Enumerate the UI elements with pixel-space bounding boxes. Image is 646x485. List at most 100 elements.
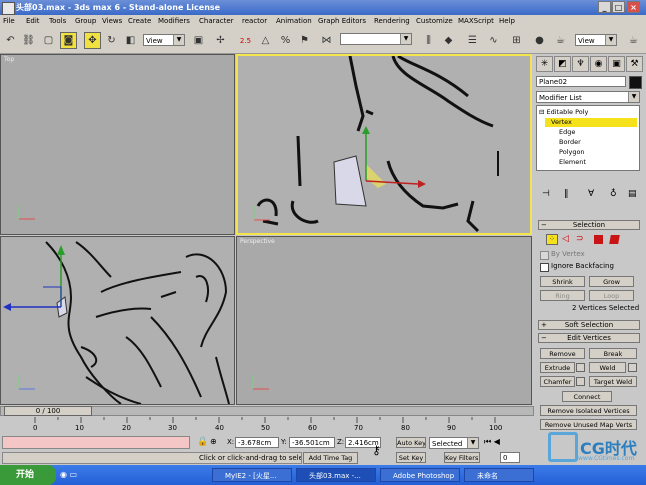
stack-item-border[interactable]: Border (559, 138, 581, 146)
select-link-icon[interactable]: ⛓ (20, 32, 37, 49)
weld-settings-icon[interactable] (628, 363, 637, 372)
remove-modifier-icon[interactable]: ♁ (610, 189, 617, 199)
key-filters-button[interactable]: Key Filters... (444, 452, 480, 463)
create-tab-icon[interactable]: ✳ (536, 56, 553, 72)
named-selection-dropdown[interactable]: ▼ (340, 33, 412, 45)
utilities-tab-icon[interactable]: ⚒ (626, 56, 643, 72)
extrude-settings-icon[interactable] (576, 363, 585, 372)
task-photoshop[interactable]: Adobe Photoshop (380, 468, 460, 482)
menu-edit[interactable]: Edit (26, 17, 40, 25)
modifier-list-dropdown[interactable]: Modifier List ▼ (536, 91, 640, 103)
render-scene-icon[interactable]: ☕ (552, 32, 569, 49)
target-weld-button[interactable]: Target Weld (589, 376, 637, 387)
viewport-top[interactable]: Top (0, 54, 235, 235)
task-untitled[interactable]: 未命名 (464, 468, 534, 482)
key-icon[interactable]: ⚷ (372, 443, 381, 457)
weld-button[interactable]: Weld (589, 362, 626, 373)
stack-item-editable-poly[interactable]: ⊟ Editable Poly (539, 108, 588, 116)
viewport-perspective[interactable]: Perspective (236, 236, 532, 405)
select-scale-icon[interactable]: ◧ (122, 32, 139, 49)
desktop-icon[interactable]: ▭ (70, 470, 78, 479)
stack-item-edge[interactable]: Edge (559, 128, 575, 136)
select-move-icon[interactable]: ✥ (84, 32, 101, 49)
ring-button[interactable]: Ring (540, 290, 585, 301)
time-slider[interactable]: 0 / 100 (0, 405, 534, 417)
lock-selection-icon[interactable]: 🔒 (197, 437, 208, 447)
remove-button[interactable]: Remove (540, 348, 585, 359)
material-editor-icon[interactable]: ● (531, 32, 548, 49)
remove-isolated-vertices-button[interactable]: Remove Isolated Vertices (540, 405, 637, 416)
element-mode-icon[interactable] (609, 235, 620, 244)
select-region-icon[interactable]: ◙ (60, 32, 77, 49)
pin-stack-icon[interactable]: ⊣ (542, 189, 550, 199)
mirror-icon[interactable]: ⋈ (318, 32, 335, 49)
percent-snap-icon[interactable]: △ (257, 32, 274, 49)
minimize-button[interactable]: _ (598, 1, 611, 13)
stack-item-vertex[interactable]: Vertex (545, 118, 637, 127)
menu-views[interactable]: Views (102, 17, 122, 25)
modify-tab-icon[interactable]: ◩ (554, 56, 571, 72)
previous-frame-icon[interactable]: ◀ (494, 437, 500, 446)
key-selection-dropdown[interactable]: Selected ▼ (429, 437, 479, 449)
edit-vertices-rollout-header[interactable]: − Edit Vertices (538, 333, 640, 343)
time-slider-thumb[interactable]: 0 / 100 (4, 406, 92, 416)
undo-icon[interactable]: ↶ (2, 32, 19, 49)
object-color-swatch[interactable] (629, 76, 642, 89)
loop-button[interactable]: Loop (589, 290, 634, 301)
stack-item-polygon[interactable]: Polygon (559, 148, 585, 156)
shrink-button[interactable]: Shrink (540, 276, 585, 287)
set-key-button[interactable]: Set Key (396, 452, 426, 463)
menu-character[interactable]: Character (199, 17, 234, 25)
menu-customize[interactable]: Customize (416, 17, 453, 25)
auto-key-button[interactable]: Auto Key (396, 437, 426, 448)
track-bar[interactable]: 0 10 20 30 40 50 60 70 80 90 100 (0, 417, 534, 435)
close-button[interactable]: × (627, 1, 640, 13)
maxscript-listener-field[interactable] (2, 436, 190, 449)
soft-selection-rollout-header[interactable]: + Soft Selection (538, 320, 640, 330)
menu-group[interactable]: Group (75, 17, 96, 25)
y-coordinate-field[interactable]: -36.501cm (289, 437, 335, 448)
menu-maxscript[interactable]: MAXScript (458, 17, 494, 25)
align-icon[interactable]: ◆ (440, 32, 457, 49)
display-tab-icon[interactable]: ▣ (608, 56, 625, 72)
extrude-button[interactable]: Extrude (540, 362, 575, 373)
menu-modifiers[interactable]: Modifiers (158, 17, 190, 25)
go-to-start-icon[interactable]: ⏮ (484, 437, 491, 446)
task-myie2[interactable]: MyIE2 - [火星... (212, 468, 292, 482)
menu-file[interactable]: File (3, 17, 15, 25)
pivot-center-icon[interactable]: ▣ (190, 32, 207, 49)
grow-button[interactable]: Grow (589, 276, 634, 287)
border-mode-icon[interactable]: ⊃ (576, 234, 584, 244)
x-coordinate-field[interactable]: -3.678cm (235, 437, 279, 448)
hierarchy-tab-icon[interactable]: ♆ (572, 56, 589, 72)
stack-item-element[interactable]: Element (559, 158, 586, 166)
by-vertex-checkbox[interactable] (540, 251, 549, 260)
menu-reactor[interactable]: reactor (242, 17, 267, 25)
select-object-icon[interactable]: ▢ (40, 32, 57, 49)
absolute-mode-icon[interactable]: ⊕ (210, 437, 217, 446)
start-button[interactable]: 开始 (0, 465, 56, 485)
task-3dsmax[interactable]: 头部03.max -... (296, 468, 376, 482)
configure-sets-icon[interactable]: ▤ (628, 189, 637, 199)
chamfer-settings-icon[interactable] (576, 377, 585, 386)
schematic-view-icon[interactable]: ⊞ (508, 32, 525, 49)
viewport-front[interactable] (236, 54, 532, 235)
motion-tab-icon[interactable]: ◉ (590, 56, 607, 72)
polygon-mode-icon[interactable] (594, 235, 603, 244)
curve-editor-icon[interactable]: ∿ (485, 32, 502, 49)
object-name-field[interactable]: Plane02 (536, 76, 626, 87)
break-button[interactable]: Break (589, 348, 637, 359)
quick-render-icon[interactable]: ☕ (625, 32, 642, 49)
ignore-backfacing-checkbox[interactable] (540, 263, 549, 272)
maximize-button[interactable]: □ (612, 1, 625, 13)
connect-button[interactable]: Connect (562, 391, 612, 402)
layer-manager-icon[interactable]: ☰ (464, 32, 481, 49)
render-type-dropdown[interactable]: View ▼ (575, 34, 617, 46)
chamfer-button[interactable]: Chamfer (540, 376, 575, 387)
edit-named-selection-icon[interactable]: ⚑ (296, 32, 313, 49)
show-end-result-icon[interactable]: ‖ (564, 189, 569, 199)
reference-coordinate-dropdown[interactable]: View ▼ (143, 34, 185, 46)
menu-rendering[interactable]: Rendering (374, 17, 410, 25)
add-time-tag-button[interactable]: Add Time Tag (303, 452, 358, 464)
make-unique-icon[interactable]: ∀ (588, 189, 594, 199)
